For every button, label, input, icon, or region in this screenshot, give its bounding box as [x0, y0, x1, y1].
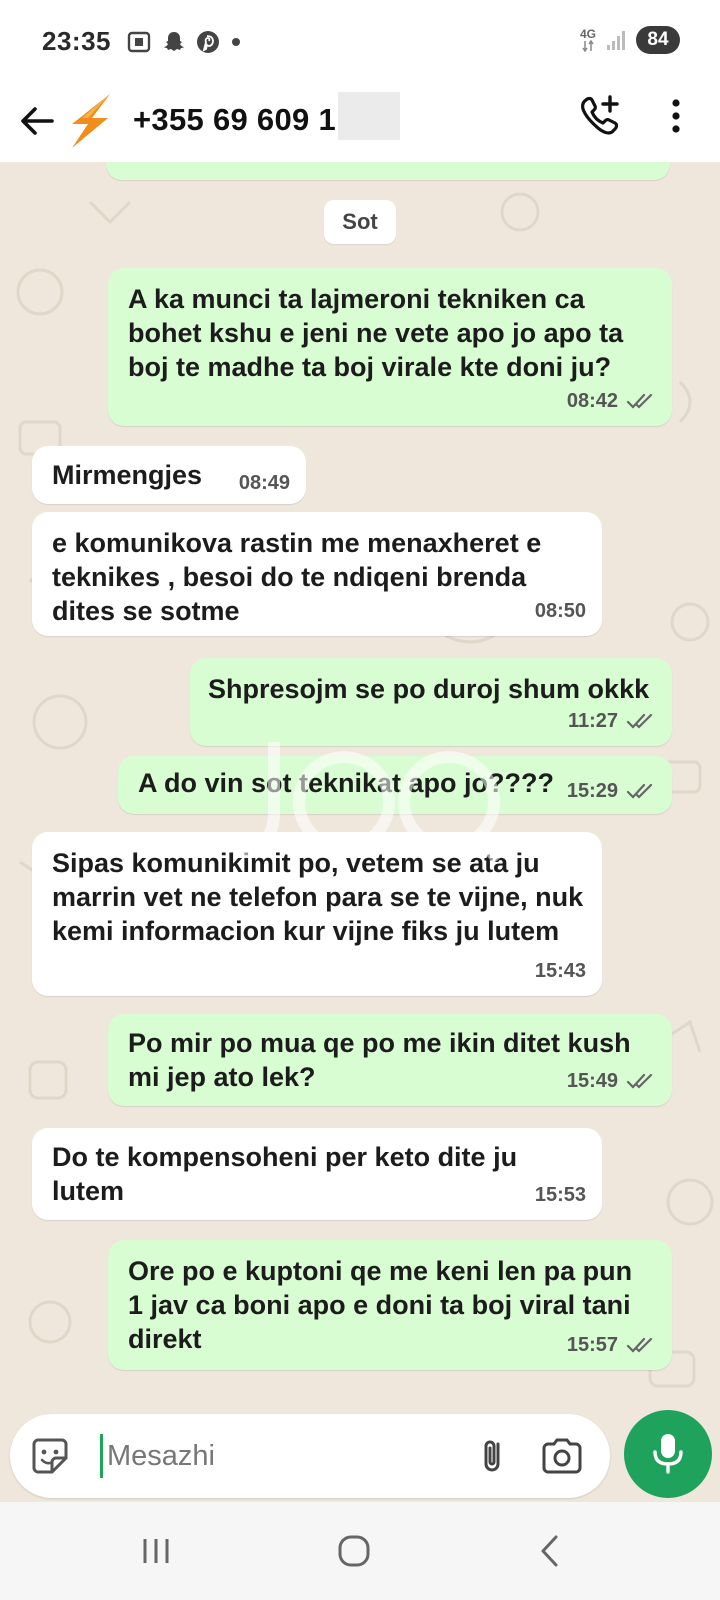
- message-meta: 15:29: [567, 774, 656, 808]
- message-bubble-incoming[interactable]: Sipas komunikimit po, vetem se ata ju ma…: [32, 832, 602, 996]
- data-arrows-icon: [582, 40, 594, 52]
- recents-icon: [143, 1539, 169, 1563]
- pinterest-icon: [197, 31, 219, 53]
- message-meta: 08:49: [239, 466, 290, 500]
- system-icons: 4G 84: [580, 24, 680, 56]
- status-bar: 23:35 4G 84: [0, 0, 720, 82]
- add-call-icon: [581, 95, 619, 135]
- message-time: 15:57: [566, 1334, 618, 1356]
- message-text: A ka munci ta lajmeroni tekniken ca bohe…: [128, 284, 624, 382]
- camera-icon[interactable]: [538, 1434, 586, 1478]
- system-nav-bar: [0, 1502, 720, 1600]
- message-composer: [10, 1414, 610, 1498]
- battery-indicator: 84: [636, 26, 680, 54]
- notification-icons: [126, 28, 242, 56]
- overflow-menu-button[interactable]: [654, 90, 698, 142]
- message-time: 08:42: [566, 390, 618, 412]
- nav-back-button[interactable]: [520, 1526, 580, 1576]
- back-arrow-icon: [21, 107, 54, 135]
- message-bubble-outgoing[interactable]: Shpresojm se po duroj shum okkk 11:27: [190, 658, 672, 746]
- read-ticks-icon: [626, 783, 653, 799]
- network-label: 4G: [580, 28, 596, 52]
- message-meta: 15:49: [567, 1064, 656, 1098]
- recents-button[interactable]: [126, 1526, 186, 1576]
- message-time: 15:49: [566, 1070, 618, 1092]
- message-text: Shpresojm se po duroj shum okkk: [208, 674, 650, 704]
- chat-header: +355 69 609 1: [0, 82, 720, 162]
- message-time: 15:53: [534, 1184, 586, 1206]
- message-bubble-incoming[interactable]: Do te kompensoheni per keto dite ju lute…: [32, 1128, 602, 1220]
- snapchat-icon: [164, 32, 184, 51]
- message-bubble-outgoing[interactable]: Ore po e kuptoni qe me keni len pa pun 1…: [108, 1240, 672, 1370]
- message-bubble-outgoing[interactable]: A do vin sot teknikat apo jo???? 15:29: [118, 756, 672, 814]
- back-button[interactable]: [12, 96, 62, 146]
- message-text: Do te kompensoheni per keto dite ju lute…: [52, 1142, 518, 1206]
- message-time: 15:29: [566, 780, 618, 802]
- read-ticks-icon: [626, 1337, 653, 1353]
- back-icon: [541, 1535, 558, 1567]
- message-meta: 15:53: [535, 1178, 586, 1212]
- date-chip: Sot: [324, 200, 396, 244]
- read-ticks-icon: [626, 393, 653, 409]
- contact-name[interactable]: +355 69 609 1: [133, 102, 336, 138]
- home-icon: [338, 1535, 370, 1567]
- sticker-icon[interactable]: [28, 1434, 72, 1478]
- mic-icon: [653, 1434, 683, 1474]
- message-bubble-outgoing[interactable]: A ka munci ta lajmeroni tekniken ca bohe…: [108, 268, 672, 426]
- mic-button[interactable]: [624, 1410, 712, 1498]
- message-input[interactable]: [100, 1434, 460, 1478]
- message-bubble-incoming[interactable]: Mirmengjes 08:49: [32, 446, 306, 504]
- contact-avatar[interactable]: [64, 90, 114, 150]
- message-time: 11:27: [567, 710, 618, 732]
- home-button[interactable]: [324, 1526, 384, 1576]
- message-bubble-partial[interactable]: [106, 162, 670, 180]
- read-ticks-icon: [626, 1073, 653, 1089]
- message-text: Sipas komunikimit po, vetem se ata ju ma…: [52, 848, 584, 946]
- chat-area[interactable]: Sot A ka munci ta lajmeroni tekniken ca …: [0, 162, 720, 1502]
- screenshot-icon: [127, 31, 151, 53]
- overflow-menu-icon: [672, 99, 680, 133]
- lightning-logo-icon: [72, 94, 110, 148]
- message-text: e komunikova rastin me menaxheret e tekn…: [52, 528, 542, 626]
- message-time: 08:50: [534, 600, 586, 622]
- redaction-block: [338, 92, 400, 140]
- signal-icon: [607, 31, 625, 50]
- message-meta: 15:43: [535, 954, 586, 988]
- more-dot-icon: [232, 38, 240, 46]
- message-meta: 15:57: [567, 1328, 656, 1362]
- message-time: 08:49: [238, 472, 290, 494]
- message-meta: 08:42: [567, 384, 656, 418]
- message-time: 15:43: [534, 960, 586, 982]
- add-call-button[interactable]: [574, 90, 626, 142]
- message-meta: 11:27: [568, 704, 656, 738]
- message-bubble-incoming[interactable]: e komunikova rastin me menaxheret e tekn…: [32, 512, 602, 636]
- status-time: 23:35: [42, 26, 111, 56]
- message-meta: 08:50: [535, 594, 586, 628]
- attach-icon[interactable]: [470, 1434, 514, 1478]
- read-ticks-icon: [626, 713, 653, 729]
- composer-area: [0, 1398, 720, 1502]
- message-bubble-outgoing[interactable]: Po mir po mua qe po me ikin ditet kush m…: [108, 1014, 672, 1106]
